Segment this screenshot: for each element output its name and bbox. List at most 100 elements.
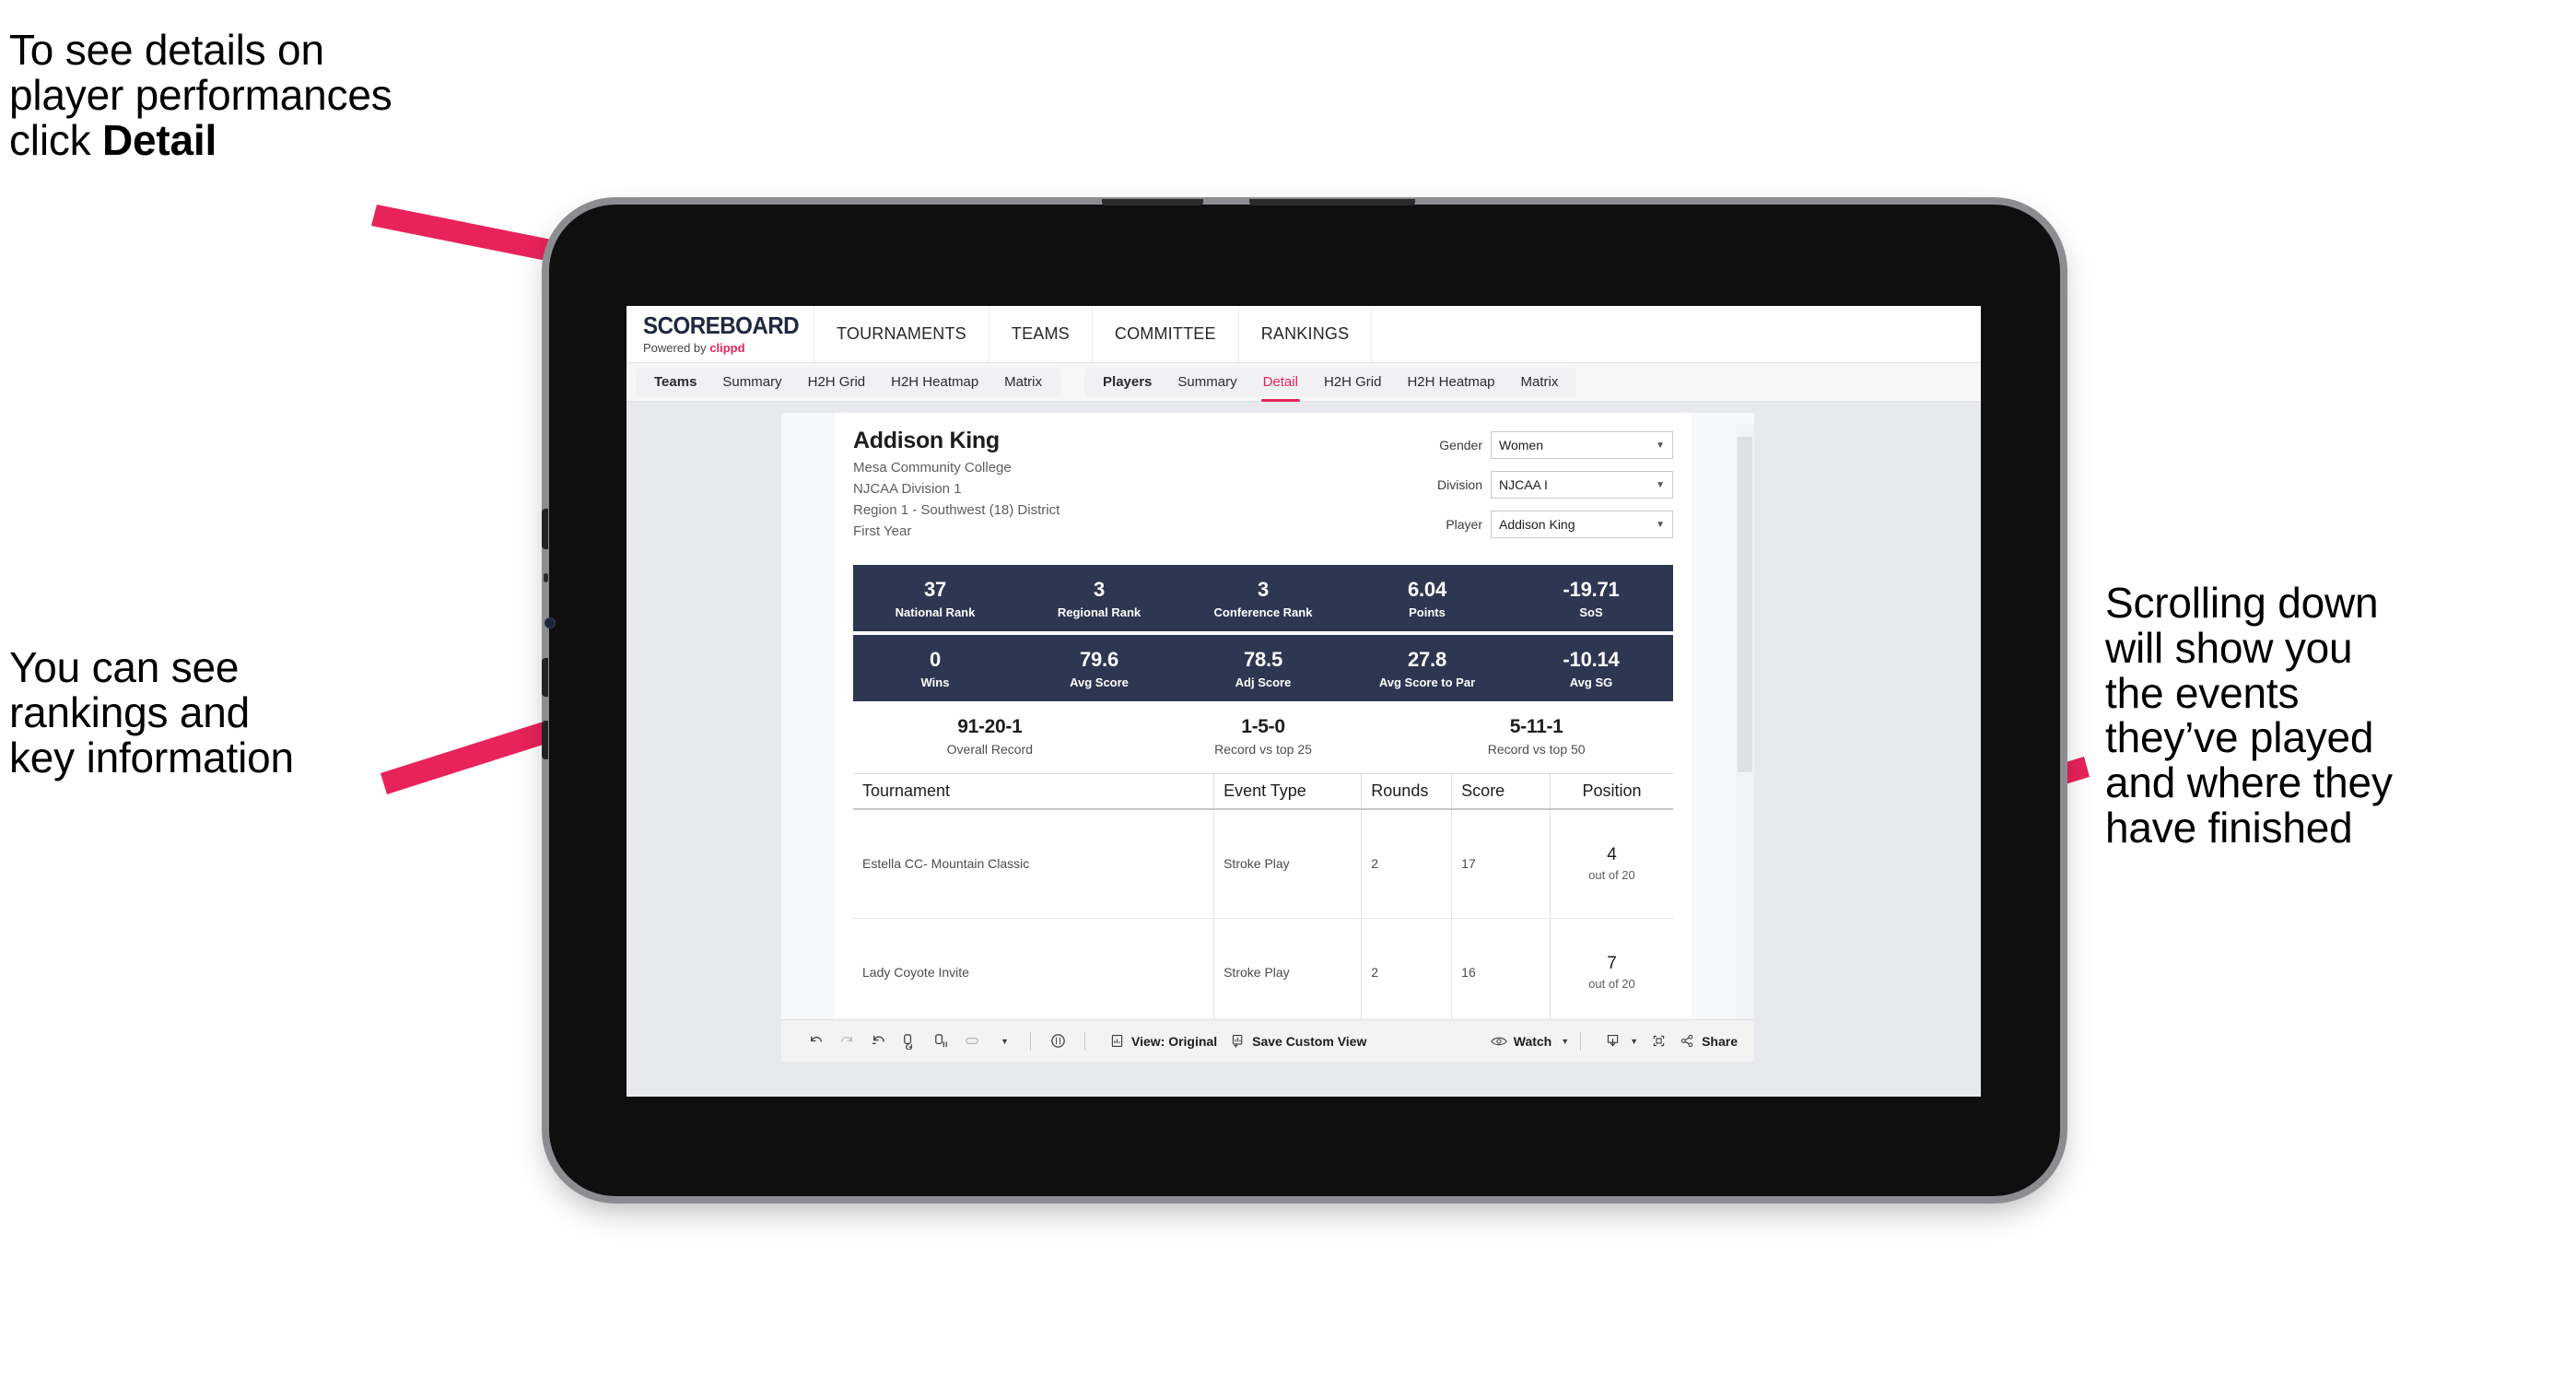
tablet-device: SCOREBOARD Powered by clippd TOURNAMENTS… xyxy=(542,199,2060,1196)
th-tournament[interactable]: Tournament xyxy=(853,773,1215,810)
stat-value: 27.8 xyxy=(1407,647,1447,671)
redo-icon[interactable] xyxy=(831,1028,862,1055)
fullscreen-button[interactable] xyxy=(1651,1033,1667,1049)
tablet-volume-up-button[interactable] xyxy=(542,658,548,697)
top-nav-tournaments[interactable]: TOURNAMENTS xyxy=(814,306,989,362)
table-row[interactable]: Estella CC- Mountain Classic Stroke Play… xyxy=(853,809,1673,919)
th-score[interactable]: Score xyxy=(1451,773,1551,810)
refresh-data-icon[interactable] xyxy=(894,1028,925,1055)
stat-conference-rank: 3 Conference Rank xyxy=(1181,578,1345,619)
chevron-down-icon[interactable]: ▼ xyxy=(988,1028,1019,1055)
stat-regional-rank: 3 Regional Rank xyxy=(1017,578,1181,619)
cell-position: 4 out of 20 xyxy=(1550,809,1673,919)
filter-gender-select[interactable]: Women ▼ xyxy=(1491,431,1673,459)
subnav-players-matrix[interactable]: Matrix xyxy=(1508,368,1572,397)
toolbar-divider xyxy=(1084,1031,1085,1051)
filter-player-select[interactable]: Addison King ▼ xyxy=(1491,511,1673,538)
stat-value: -10.14 xyxy=(1563,647,1620,671)
player-header: Addison King Mesa Community College NJCA… xyxy=(835,413,1692,558)
player-detail-card: Addison King Mesa Community College NJCA… xyxy=(835,413,1692,1028)
subnav-players-detail[interactable]: Detail xyxy=(1250,368,1311,402)
filter-gender: Gender Women ▼ xyxy=(1397,431,1673,459)
table-header-row: Tournament Event Type Rounds Score Posit… xyxy=(853,773,1673,810)
record-value: 91-20-1 xyxy=(957,716,1023,737)
stat-value: 37 xyxy=(923,577,947,601)
position-total: out of 20 xyxy=(1588,868,1635,883)
share-button[interactable]: Share xyxy=(1680,1033,1738,1049)
filter-gender-label: Gender xyxy=(1439,438,1482,452)
filter-division-select[interactable]: NJCAA I ▼ xyxy=(1491,471,1673,499)
subnav-teams-summary[interactable]: Summary xyxy=(709,368,794,397)
filter-division-value: NJCAA I xyxy=(1499,477,1548,492)
position-total: out of 20 xyxy=(1588,977,1635,991)
cell-tournament: Lady Coyote Invite xyxy=(853,918,1215,1028)
stat-label: National Rank xyxy=(895,605,976,619)
brand-logo[interactable]: SCOREBOARD Powered by clippd xyxy=(626,306,814,362)
tournament-table-wrapper: Tournament Event Type Rounds Score Posit… xyxy=(835,773,1692,1028)
bottom-toolbar: ▼ View: Original Save Custom View Watch … xyxy=(781,1019,1754,1062)
view-original-button[interactable]: View: Original xyxy=(1109,1033,1217,1049)
chevron-down-icon: ▼ xyxy=(1656,519,1665,530)
save-custom-view-button[interactable]: Save Custom View xyxy=(1230,1033,1366,1049)
stat-national-rank: 37 National Rank xyxy=(853,578,1017,619)
tournament-table: Tournament Event Type Rounds Score Posit… xyxy=(853,773,1673,1028)
app-header: SCOREBOARD Powered by clippd TOURNAMENTS… xyxy=(626,306,1981,363)
cell-event-type: Stroke Play xyxy=(1213,809,1363,919)
stat-value: 79.6 xyxy=(1079,647,1119,671)
subnav-teams[interactable]: Teams xyxy=(641,368,709,397)
tablet-power-button[interactable] xyxy=(542,509,548,549)
stat-label: Regional Rank xyxy=(1057,605,1142,619)
record-value: 5-11-1 xyxy=(1509,716,1563,737)
stat-label: Conference Rank xyxy=(1213,605,1313,619)
stat-label: SoS xyxy=(1579,605,1603,619)
revert-icon[interactable] xyxy=(862,1028,894,1055)
player-region: Region 1 - Southwest (18) District xyxy=(853,502,1060,518)
th-position[interactable]: Position xyxy=(1550,773,1673,810)
cell-event-type: Stroke Play xyxy=(1213,918,1363,1028)
subnav-teams-h2h-grid[interactable]: H2H Grid xyxy=(795,368,879,397)
stat-label: Wins xyxy=(920,675,950,689)
player-division: NJCAA Division 1 xyxy=(853,481,962,497)
subnav-teams-matrix[interactable]: Matrix xyxy=(991,368,1055,397)
th-rounds[interactable]: Rounds xyxy=(1361,773,1453,810)
annotation-top-left-bold: Detail xyxy=(102,115,217,164)
subnav-teams-h2h-heatmap[interactable]: H2H Heatmap xyxy=(878,368,991,397)
subnav-players-h2h-grid[interactable]: H2H Grid xyxy=(1311,368,1395,397)
download-button[interactable]: ▼ xyxy=(1605,1033,1638,1049)
subnav-players-h2h-heatmap[interactable]: H2H Heatmap xyxy=(1394,368,1507,397)
tablet-camera-lens xyxy=(544,617,556,628)
top-nav-rankings[interactable]: RANKINGS xyxy=(1239,306,1373,362)
pause-data-icon[interactable] xyxy=(925,1028,956,1055)
stat-wins: 0 Wins xyxy=(853,648,1017,689)
report-sheet: Addison King Mesa Community College NJCA… xyxy=(781,413,1754,1030)
sub-navigation: Teams Summary H2H Grid H2H Heatmap Matri… xyxy=(626,363,1981,402)
stats-row-scoring: 0 Wins 79.6 Avg Score 78.5 Adj Score 27.… xyxy=(853,635,1673,701)
filter-player-value: Addison King xyxy=(1499,517,1575,532)
subnav-players-summary[interactable]: Summary xyxy=(1165,368,1249,397)
th-event-type[interactable]: Event Type xyxy=(1213,773,1363,810)
vertical-scrollbar-track[interactable] xyxy=(1736,424,1754,1030)
player-year: First Year xyxy=(853,523,912,539)
stat-avg-score-to-par: 27.8 Avg Score to Par xyxy=(1345,648,1509,689)
table-row[interactable]: Lady Coyote Invite Stroke Play 2 16 7 ou… xyxy=(853,918,1673,1028)
stats-row-rankings: 37 National Rank 3 Regional Rank 3 Confe… xyxy=(853,565,1673,631)
player-identity: Addison King Mesa Community College NJCA… xyxy=(853,428,1397,550)
stat-adj-score: 78.5 Adj Score xyxy=(1181,648,1345,689)
subnav-group-teams: Teams Summary H2H Grid H2H Heatmap Matri… xyxy=(636,367,1061,397)
cell-score: 16 xyxy=(1451,918,1551,1028)
watch-button[interactable]: Watch ▼ xyxy=(1490,1034,1569,1049)
subnav-players[interactable]: Players xyxy=(1090,368,1165,397)
filter-division-label: Division xyxy=(1436,477,1482,492)
record-vs-top-25: 1-5-0 Record vs top 25 xyxy=(1127,716,1400,757)
tablet-volume-down-button[interactable] xyxy=(542,721,548,759)
stat-label: Adj Score xyxy=(1235,675,1292,689)
cell-rounds: 2 xyxy=(1361,809,1453,919)
pause-auto-update-icon[interactable] xyxy=(1042,1028,1073,1055)
top-nav-committee[interactable]: COMMITTEE xyxy=(1093,306,1239,362)
undo-icon[interactable] xyxy=(800,1028,831,1055)
top-nav-teams[interactable]: TEAMS xyxy=(989,306,1093,362)
toolbar-divider xyxy=(1580,1031,1582,1051)
vertical-scrollbar-thumb[interactable] xyxy=(1738,437,1752,772)
highlight-icon[interactable] xyxy=(956,1028,988,1055)
record-label: Record vs top 25 xyxy=(1214,742,1312,757)
